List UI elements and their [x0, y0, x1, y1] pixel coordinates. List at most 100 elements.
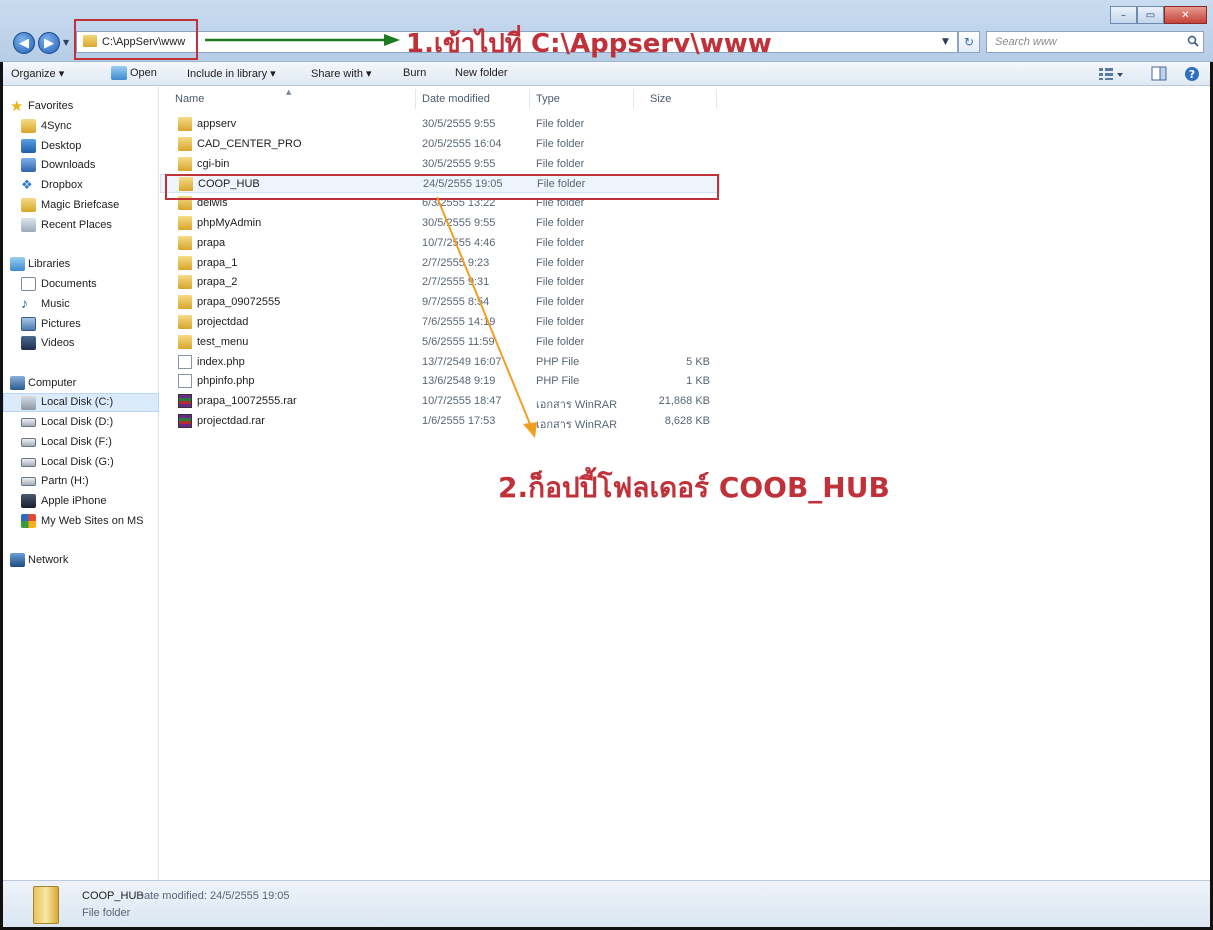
nav-favorites-label: Favorites [28, 100, 74, 112]
drive-icon [21, 477, 36, 486]
file-row[interactable]: phpMyAdmin 30/5/2555 9:55 File folder [160, 214, 720, 233]
maximize-button[interactable]: ▭ [1137, 6, 1164, 24]
nav-item-documents[interactable]: Documents [3, 275, 159, 294]
forward-arrow-icon: ▶ [44, 35, 54, 51]
burn-button[interactable]: Burn [403, 67, 426, 79]
network-icon [10, 553, 25, 567]
file-row[interactable]: CAD_CENTER_PRO 20/5/2555 16:04 File folder [160, 135, 720, 154]
file-row[interactable]: projectdad 7/6/2555 14:19 File folder [160, 313, 720, 332]
step-1-instruction: 1.เข้าไปที่ C:\Appserv\www [406, 29, 772, 59]
view-options-icon[interactable] [1098, 67, 1124, 81]
file-row[interactable]: prapa_1 2/7/2555 9:23 File folder [160, 254, 720, 273]
details-date-modified: Date modified: 24/5/2555 19:05 [136, 890, 290, 902]
nav-item-my-web-sites[interactable]: My Web Sites on MS [3, 512, 159, 531]
nav-item-local-disk-d[interactable]: Local Disk (D:) [3, 413, 159, 432]
drive-icon [21, 418, 36, 427]
nav-item-label: Local Disk (D:) [41, 416, 114, 428]
file-date-modified: 1/6/2555 17:53 [422, 415, 496, 427]
close-button[interactable]: ✕ [1164, 6, 1207, 24]
open-icon [111, 66, 127, 80]
search-input[interactable]: Search www [986, 31, 1204, 53]
file-row[interactable]: index.php 13/7/2549 16:07 PHP File 5 KB [160, 353, 720, 372]
web-sites-icon [21, 514, 36, 528]
column-header-type[interactable]: Type [536, 93, 560, 105]
open-button[interactable]: Open [130, 67, 157, 79]
file-row[interactable]: test_menu 5/6/2555 11:59 File folder [160, 333, 720, 352]
forward-button[interactable]: ▶ [38, 32, 60, 54]
svg-text:?: ? [1189, 68, 1195, 81]
nav-item-local-disk-c[interactable]: Local Disk (C:) [3, 393, 159, 412]
column-divider[interactable] [415, 89, 416, 109]
folder-icon [178, 216, 192, 230]
system-drive-icon [21, 396, 36, 410]
nav-item-dropbox[interactable]: ❖ Dropbox [3, 176, 159, 195]
sort-ascending-icon: ▲ [286, 88, 292, 96]
folder-icon [178, 275, 192, 290]
file-row[interactable]: prapa_09072555 9/7/2555 8:54 File folder [160, 293, 720, 312]
php-file-icon [178, 354, 192, 369]
column-header-name[interactable]: Name [175, 93, 204, 105]
file-name: index.php [197, 355, 245, 368]
nav-item-downloads[interactable]: Downloads [3, 156, 159, 175]
nav-item-music[interactable]: ♪ Music [3, 295, 159, 314]
music-icon: ♪ [21, 295, 28, 311]
new-folder-button[interactable]: New folder [455, 67, 508, 79]
include-in-library-menu[interactable]: Include in library ▾ [187, 67, 276, 80]
nav-item-label: Magic Briefcase [41, 199, 120, 211]
refresh-button[interactable]: ↻ [958, 31, 980, 53]
file-date-modified: 10/7/2555 18:47 [422, 395, 502, 408]
nav-item-partn-h[interactable]: Partn (H:) [3, 472, 159, 491]
downloads-icon [21, 158, 36, 172]
nav-item-label: Music [41, 298, 70, 310]
nav-item-4sync[interactable]: 4Sync [3, 117, 159, 136]
nav-item-magic-briefcase[interactable]: Magic Briefcase [3, 196, 159, 215]
nav-computer[interactable]: Computer [3, 374, 159, 393]
nav-item-apple-iphone[interactable]: Apple iPhone [3, 492, 159, 511]
file-type: File folder [536, 335, 585, 348]
nav-item-recent-places[interactable]: Recent Places [3, 216, 159, 235]
file-date-modified: 13/6/2548 9:19 [422, 375, 496, 388]
column-divider[interactable] [716, 89, 717, 109]
file-row[interactable]: projectdad.rar 1/6/2555 17:53 เอกสาร WinRA… [160, 412, 720, 431]
file-name: phpinfo.php [197, 375, 255, 388]
file-name: prapa_10072555.rar [197, 395, 297, 408]
nav-item-local-disk-f[interactable]: Local Disk (F:) [3, 433, 159, 452]
nav-item-pictures[interactable]: Pictures [3, 315, 159, 334]
nav-favorites[interactable]: ★ Favorites [3, 97, 159, 116]
nav-item-local-disk-g[interactable]: Local Disk (G:) [3, 453, 159, 472]
file-row[interactable]: appserv 30/5/2555 9:55 File folder [160, 115, 720, 134]
file-name: prapa_2 [197, 276, 238, 289]
nav-item-desktop[interactable]: Desktop [3, 137, 159, 156]
organize-menu[interactable]: Organize ▾ [11, 67, 64, 80]
recent-pages-dropdown[interactable]: ▼ [63, 38, 69, 47]
search-icon[interactable] [1187, 35, 1199, 47]
nav-network[interactable]: Network [3, 551, 159, 570]
file-row[interactable]: phpinfo.php 13/6/2548 9:19 PHP File 1 KB [160, 372, 720, 391]
preview-pane-icon[interactable] [1151, 66, 1167, 81]
file-row[interactable]: prapa_2 2/7/2555 9:31 File folder [160, 273, 720, 292]
column-divider[interactable] [529, 89, 530, 109]
winrar-archive-icon [178, 394, 192, 409]
column-header-size[interactable]: Size [650, 93, 671, 105]
nav-item-videos[interactable]: Videos [3, 334, 159, 353]
nav-libraries[interactable]: Libraries [3, 255, 159, 274]
file-name: test_menu [197, 335, 249, 348]
file-name: phpMyAdmin [197, 217, 262, 229]
help-icon[interactable]: ? [1184, 66, 1200, 82]
file-row[interactable]: cgi-bin 30/5/2555 9:55 File folder [160, 155, 720, 174]
column-header-date[interactable]: Date modified [422, 93, 490, 105]
column-divider[interactable] [633, 89, 634, 109]
folder-icon [178, 334, 192, 349]
dropbox-icon: ❖ [21, 177, 33, 192]
file-name: projectdad.rar [197, 415, 265, 427]
file-row[interactable]: prapa_10072555.rar 10/7/2555 18:47 เอกสาร … [160, 392, 720, 411]
address-highlight-box [74, 19, 198, 60]
back-button[interactable]: ◀ [13, 32, 35, 54]
address-dropdown-icon[interactable]: ▼ [942, 37, 949, 47]
file-name: prapa [197, 236, 226, 249]
share-with-menu[interactable]: Share with ▾ [311, 67, 372, 80]
minimize-button[interactable]: – [1110, 6, 1137, 24]
nav-item-label: Local Disk (F:) [41, 436, 112, 448]
file-row[interactable]: prapa 10/7/2555 4:46 File folder [160, 234, 720, 253]
folder-icon [178, 255, 192, 270]
